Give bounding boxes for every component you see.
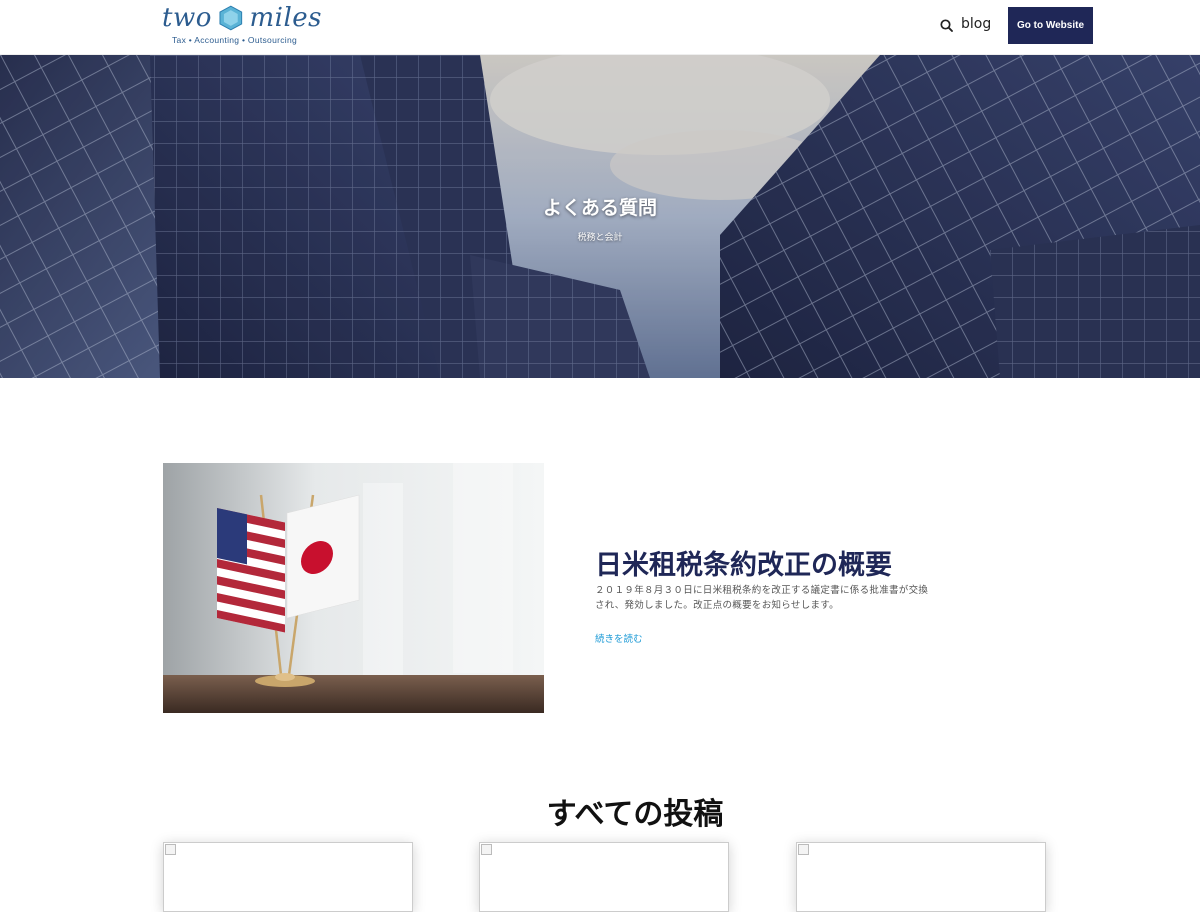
- go-to-website-button[interactable]: Go to Website: [1008, 7, 1093, 44]
- broken-image-icon: [798, 844, 809, 855]
- hero-subtitle: 税務と会計: [577, 233, 623, 243]
- hero-title: よくある質問: [542, 197, 657, 219]
- read-more-link[interactable]: 続きを読む: [595, 631, 643, 645]
- logo-text-right: miles: [249, 3, 322, 33]
- flags-illustration: [163, 463, 544, 713]
- hexagon-logo-icon: [219, 5, 243, 31]
- site-header: two miles Tax • Accounting • Outsourcing…: [0, 0, 1200, 55]
- featured-post-image[interactable]: [163, 463, 544, 713]
- broken-image-icon: [165, 844, 176, 855]
- broken-image-icon: [481, 844, 492, 855]
- featured-post-title[interactable]: 日米租税条約改正の概要: [595, 543, 892, 582]
- post-card[interactable]: [796, 842, 1046, 912]
- search-icon[interactable]: [938, 17, 956, 35]
- all-posts-heading: すべての投稿: [546, 797, 724, 832]
- post-card[interactable]: [163, 842, 413, 912]
- logo-text-left: two: [162, 3, 212, 33]
- hero-banner: よくある質問 税務と会計: [0, 55, 1200, 378]
- post-card[interactable]: [479, 842, 729, 912]
- logo[interactable]: two miles Tax • Accounting • Outsourcing: [162, 4, 322, 48]
- logo-tagline: Tax • Accounting • Outsourcing: [172, 35, 298, 45]
- featured-post-excerpt: ２０１９年８月３０日に日米租税条約を改正する議定書に係る批准書が交換され、発効し…: [595, 585, 929, 611]
- nav-blog-link[interactable]: blog: [961, 16, 991, 32]
- logo-wordmark: two miles: [162, 4, 322, 32]
